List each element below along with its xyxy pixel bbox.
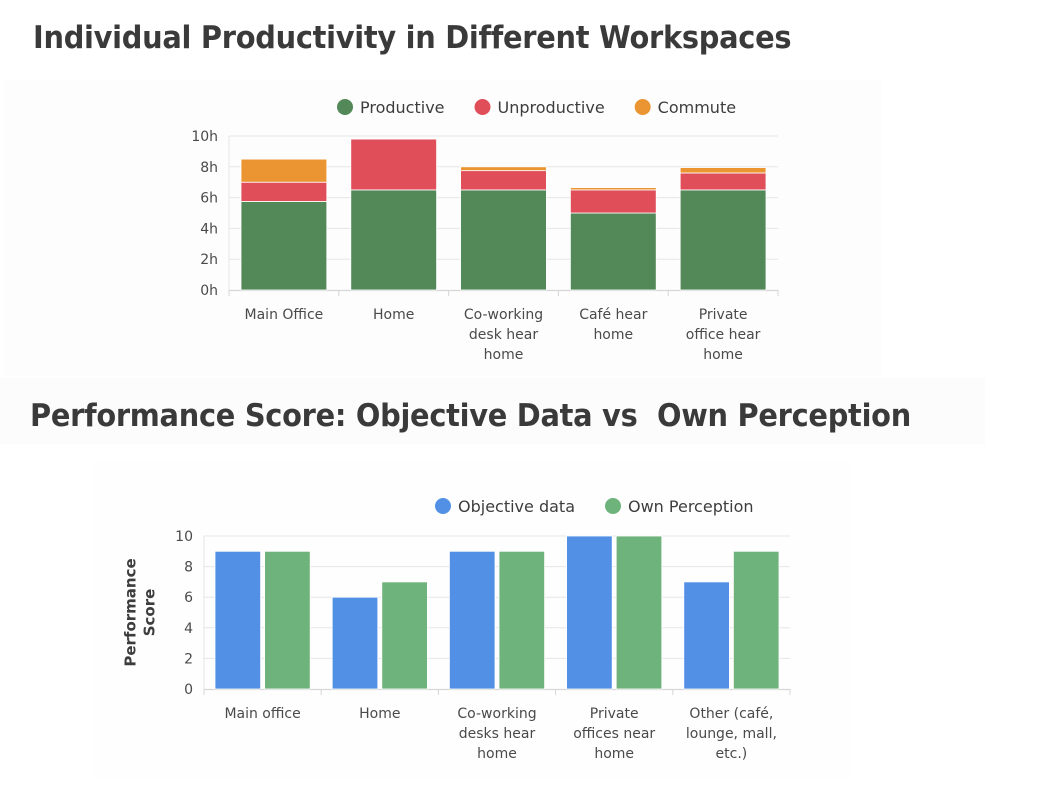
x-tick-label: offices near (573, 726, 655, 742)
bar-objective-data (214, 550, 261, 690)
y-axis-title-line: Score (141, 589, 159, 637)
y-axis-title-line: Performance (122, 558, 140, 666)
x-tick-label: lounge, mall, (686, 726, 777, 742)
legend-marker-icon (435, 498, 451, 514)
bar-objective-data (331, 596, 379, 690)
x-tick-label: desks hear (459, 726, 536, 742)
x-tick-label: Main office (224, 706, 300, 722)
bar-own-perception (264, 550, 311, 690)
x-tick-label: Home (359, 706, 400, 722)
x-tick-label: home (477, 746, 517, 762)
performance-chart: 0 2 4 6 8 10 Main office Home Co-working desks he… (122, 497, 791, 762)
x-tick-label: Other (café, (689, 706, 773, 722)
y-tick-label: 10 (175, 529, 193, 545)
x-tick-label: Private (590, 706, 639, 722)
bar-own-perception (615, 535, 663, 690)
bar-own-perception (498, 550, 545, 690)
bar-objective-data (683, 581, 730, 690)
y-tick-label: 8 (184, 560, 193, 576)
y-axis-title: Performance Score (122, 558, 159, 666)
bar-objective-data (566, 535, 613, 690)
bar-own-perception (733, 550, 780, 690)
bar-own-perception (381, 581, 428, 690)
legend-label: Own Perception (628, 497, 754, 516)
y-tick-label: 0 (184, 682, 193, 698)
y-tick-label: 2 (184, 651, 193, 667)
y-tick-label: 6 (184, 590, 193, 606)
x-tick-label: etc.) (716, 746, 748, 762)
legend-marker-icon (605, 498, 621, 514)
bar-objective-data (448, 550, 496, 690)
x-tick-label: Co-working (457, 706, 536, 722)
x-tick-label: home (594, 746, 634, 762)
legend-label: Objective data (458, 497, 575, 516)
y-tick-label: 4 (184, 621, 193, 637)
